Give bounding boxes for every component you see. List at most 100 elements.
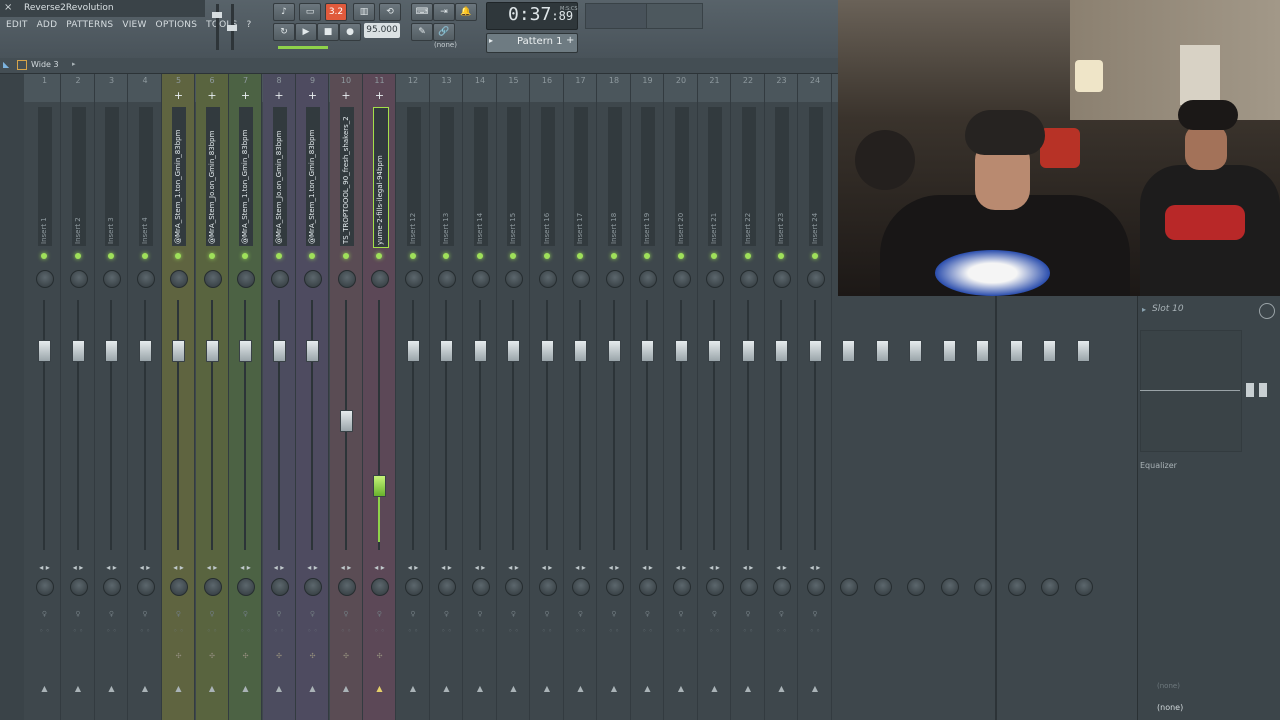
route-icons[interactable]: ◦ ◦ <box>62 627 95 635</box>
track-enable-led[interactable] <box>74 253 81 259</box>
stereo-knob[interactable] <box>672 578 691 596</box>
track-name-slot[interactable]: @MrA_Stem_1.ton_Gmin_83bpm <box>239 107 253 246</box>
typing-keyboard-icon[interactable]: ⌨ <box>411 3 433 21</box>
send-arrow-icon[interactable]: ▲ <box>765 684 798 693</box>
stereo-knob[interactable] <box>404 578 423 596</box>
stereo-separation-icon[interactable]: ◂ ▸ <box>497 563 530 572</box>
track-name-slot[interactable]: Insert 1 <box>38 107 52 246</box>
volume-fader[interactable] <box>607 340 621 362</box>
add-insert-icon[interactable]: + <box>229 89 262 102</box>
pan-knob[interactable] <box>36 270 54 288</box>
volume-fader[interactable] <box>674 340 688 362</box>
pattern-prev-icon[interactable]: ▸ <box>489 36 493 45</box>
phase-icon[interactable]: ♀ <box>598 610 631 618</box>
route-icons[interactable]: ◦ ◦ <box>799 627 832 635</box>
route-icons[interactable]: ◦ ◦ <box>564 627 597 635</box>
volume-fader[interactable] <box>641 340 654 362</box>
phase-icon[interactable]: ♀ <box>732 610 765 618</box>
track-name-slot[interactable]: @MrA_Stem_1.ton_Gmin_83bpm <box>306 107 320 246</box>
track-name-slot[interactable]: Insert 4 <box>138 107 153 246</box>
route-icons[interactable]: ◦ ◦ <box>430 627 463 635</box>
volume-fader[interactable] <box>38 340 51 362</box>
route-selector-bottom[interactable]: (none) <box>1157 703 1183 712</box>
stereo-knob[interactable] <box>974 578 992 596</box>
stereo-separation-icon[interactable]: ◂ ▸ <box>129 563 162 572</box>
phase-icon[interactable]: ♀ <box>765 610 798 618</box>
stereo-knob[interactable] <box>69 578 88 596</box>
track-enable-led[interactable] <box>711 253 717 259</box>
track-enable-led[interactable] <box>744 253 751 259</box>
phase-icon[interactable]: ♀ <box>698 610 731 618</box>
send-arrow-icon[interactable]: ▲ <box>28 684 61 693</box>
stereo-separation-icon[interactable]: ◂ ▸ <box>263 563 296 572</box>
route-icons[interactable]: ◦ ◦ <box>464 627 497 635</box>
stereo-separation-icon[interactable]: ◂ ▸ <box>564 563 597 572</box>
track-enable-led[interactable] <box>510 253 516 259</box>
track-enable-led[interactable] <box>476 253 483 259</box>
send-arrow-icon[interactable]: ▲ <box>62 684 95 693</box>
phase-icon[interactable]: ♀ <box>631 610 664 618</box>
route-icons[interactable]: ◦ ◦ <box>698 627 731 635</box>
mixer-layout-preset[interactable]: Wide 3 <box>31 60 59 69</box>
stereo-separation-icon[interactable]: ◂ ▸ <box>363 563 396 572</box>
volume-fader[interactable] <box>741 340 755 362</box>
stereo-separation-icon[interactable]: ◂ ▸ <box>732 563 765 572</box>
menu-options[interactable]: OPTIONS <box>156 17 198 33</box>
blend-button[interactable]: ▥ <box>353 3 375 21</box>
track-enable-led[interactable] <box>208 253 215 259</box>
send-arrow-icon[interactable]: ▲ <box>464 684 497 693</box>
pan-knob[interactable] <box>237 270 255 288</box>
tempo-display[interactable]: 95.000 <box>364 23 400 38</box>
stereo-knob[interactable] <box>203 578 222 596</box>
pan-knob[interactable] <box>304 270 322 288</box>
volume-fader[interactable] <box>71 340 85 362</box>
add-insert-icon[interactable]: + <box>196 89 229 102</box>
volume-fader[interactable] <box>339 410 353 432</box>
stereo-knob[interactable] <box>840 578 858 596</box>
route-icons[interactable]: ◦ ◦ <box>196 627 229 635</box>
volume-fader[interactable] <box>105 340 118 362</box>
track-enable-led[interactable] <box>543 253 550 259</box>
pattern-add-icon[interactable]: + <box>566 35 574 46</box>
track-name-slot[interactable]: Insert 2 <box>71 107 86 246</box>
route-icons[interactable]: ◦ ◦ <box>28 627 61 635</box>
pan-knob[interactable] <box>170 270 188 288</box>
track-name-slot[interactable]: Insert 17 <box>574 107 588 246</box>
route-icons[interactable]: ◦ ◦ <box>263 627 296 635</box>
pan-knob[interactable] <box>739 270 758 288</box>
menu-view[interactable]: VIEW <box>122 17 146 33</box>
volume-fader[interactable] <box>775 340 788 362</box>
stereo-knob[interactable] <box>739 578 758 596</box>
bell-icon[interactable]: 🔔 <box>455 3 477 21</box>
track-name-slot[interactable]: Insert 21 <box>708 107 722 246</box>
song-position-bar[interactable] <box>278 46 328 49</box>
metronome-button[interactable]: ♪ <box>273 3 295 21</box>
stereo-knob[interactable] <box>237 578 255 596</box>
stereo-separation-icon[interactable]: ◂ ▸ <box>698 563 731 572</box>
stereo-knob[interactable] <box>337 578 356 596</box>
pan-knob[interactable] <box>103 270 121 288</box>
track-enable-led[interactable] <box>677 253 684 259</box>
stereo-knob[interactable] <box>103 578 121 596</box>
volume-fader[interactable] <box>406 340 420 362</box>
pin-icon[interactable]: ◣ <box>3 60 9 69</box>
stereo-separation-icon[interactable]: ◂ ▸ <box>196 563 229 572</box>
eq-graph[interactable] <box>1140 330 1242 452</box>
route-icons[interactable]: ◦ ◦ <box>363 627 396 635</box>
stereo-separation-icon[interactable]: ◂ ▸ <box>631 563 664 572</box>
track-enable-led[interactable] <box>242 253 248 259</box>
phase-icon[interactable]: ♀ <box>531 610 564 618</box>
volume-fader[interactable] <box>172 340 185 362</box>
stereo-separation-icon[interactable]: ◂ ▸ <box>95 563 128 572</box>
stereo-separation-icon[interactable]: ◂ ▸ <box>28 563 61 572</box>
send-arrow-icon[interactable]: ▲ <box>95 684 128 693</box>
track-enable-led[interactable] <box>175 253 181 259</box>
volume-fader[interactable] <box>205 340 219 362</box>
volume-fader[interactable] <box>373 475 386 497</box>
phase-icon[interactable]: ♀ <box>330 610 363 618</box>
route-icons[interactable]: ◦ ◦ <box>631 627 664 635</box>
track-name-slot[interactable]: Insert 13 <box>440 107 454 246</box>
stereo-separation-icon[interactable]: ◂ ▸ <box>162 563 195 572</box>
volume-fader[interactable] <box>1043 340 1056 362</box>
send-arrow-icon[interactable]: ▲ <box>497 684 530 693</box>
